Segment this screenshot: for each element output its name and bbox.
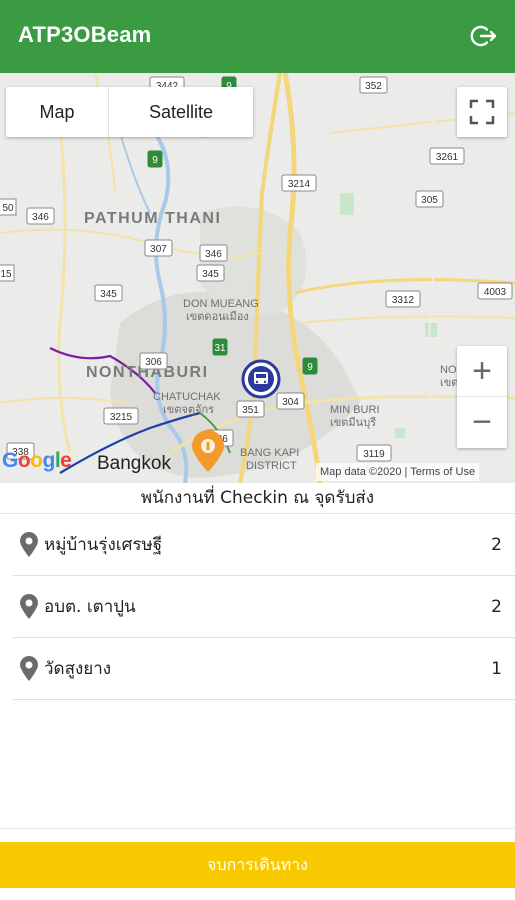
road-shield: 3261 bbox=[429, 147, 465, 165]
fullscreen-icon bbox=[469, 99, 495, 125]
road-shield: 3215 bbox=[103, 407, 139, 425]
svg-text:352: 352 bbox=[365, 81, 382, 92]
list-item[interactable]: อบต. เตาปูน 2 bbox=[13, 576, 515, 638]
road-shield: 50 bbox=[0, 198, 17, 216]
list-item-count: 2 bbox=[491, 596, 502, 617]
bus-marker-icon[interactable] bbox=[241, 359, 281, 399]
road-shield: 9 bbox=[147, 150, 163, 168]
road-shield: 3214 bbox=[281, 174, 317, 192]
road-shield: 4003 bbox=[477, 282, 513, 300]
svg-text:306: 306 bbox=[145, 357, 162, 368]
road-shield: 345 bbox=[94, 284, 123, 302]
location-pin-icon[interactable] bbox=[189, 429, 227, 473]
road-shield: 9 bbox=[302, 357, 318, 375]
svg-text:351: 351 bbox=[242, 405, 259, 416]
map-pin-icon bbox=[20, 593, 38, 619]
svg-text:304: 304 bbox=[282, 397, 299, 408]
map-pin-icon bbox=[20, 655, 38, 681]
road-shield: 306 bbox=[139, 352, 168, 370]
fullscreen-button[interactable] bbox=[457, 87, 507, 137]
google-logo: Google bbox=[2, 449, 72, 472]
road-shield: 307 bbox=[144, 239, 173, 257]
app-bar: ATP3OBeam bbox=[0, 0, 515, 73]
map-attribution[interactable]: Map data ©2020 | Terms of Use bbox=[316, 463, 480, 481]
svg-text:3215: 3215 bbox=[110, 412, 133, 423]
svg-text:3312: 3312 bbox=[392, 295, 415, 306]
app-title: ATP3OBeam bbox=[18, 22, 152, 47]
road-shield: 31 bbox=[212, 338, 228, 356]
svg-text:345: 345 bbox=[100, 289, 117, 300]
list-item-name: วัดสูงยาง bbox=[44, 659, 112, 679]
map-type-control: Map Satellite bbox=[6, 87, 253, 137]
road-shield: 346 bbox=[199, 244, 228, 262]
list-item[interactable]: หมู่บ้านรุ่งเศรษฐี 2 bbox=[13, 514, 515, 576]
svg-text:31: 31 bbox=[214, 343, 226, 354]
svg-text:346: 346 bbox=[205, 249, 222, 260]
road-shield: 3119 bbox=[356, 444, 392, 462]
list-item[interactable]: วัดสูงยาง 1 bbox=[13, 638, 515, 700]
svg-text:305: 305 bbox=[421, 195, 438, 206]
road-shield: 345 bbox=[196, 264, 225, 282]
svg-text:4003: 4003 bbox=[484, 287, 507, 298]
list-item-name: หมู่บ้านรุ่งเศรษฐี bbox=[44, 535, 163, 555]
svg-text:15: 15 bbox=[0, 269, 12, 280]
road-shield: 3312 bbox=[385, 290, 421, 308]
list-item-name: อบต. เตาปูน bbox=[44, 597, 136, 617]
map-type-satellite-button[interactable]: Satellite bbox=[109, 87, 253, 137]
map-pin-icon bbox=[20, 531, 38, 557]
svg-text:346: 346 bbox=[32, 212, 49, 223]
svg-text:9: 9 bbox=[307, 362, 313, 373]
svg-text:345: 345 bbox=[202, 269, 219, 280]
road-shield: 304 bbox=[276, 392, 305, 410]
road-shield: 15 bbox=[0, 264, 15, 282]
road-shield: 351 bbox=[236, 400, 265, 418]
svg-text:3214: 3214 bbox=[288, 179, 311, 190]
list-item-count: 1 bbox=[491, 658, 502, 679]
map-view[interactable]: PATHUM THANI NONTHABURI DON MUEANG เขตดอ… bbox=[0, 73, 515, 483]
zoom-out-button[interactable]: − bbox=[457, 397, 507, 447]
list-item-count: 2 bbox=[491, 534, 502, 555]
svg-text:9: 9 bbox=[152, 155, 158, 166]
road-shield: 305 bbox=[415, 190, 444, 208]
logout-icon[interactable] bbox=[470, 22, 498, 50]
svg-text:307: 307 bbox=[150, 244, 167, 255]
divider bbox=[0, 828, 515, 829]
checkin-title: พนักงานที่ Checkin ณ จุดรับส่ง bbox=[0, 483, 515, 514]
road-shield: 352 bbox=[359, 76, 388, 94]
zoom-in-button[interactable]: + bbox=[457, 346, 507, 397]
svg-text:50: 50 bbox=[2, 203, 14, 214]
map-type-map-button[interactable]: Map bbox=[6, 87, 109, 137]
end-trip-button[interactable]: จบการเดินทาง bbox=[0, 842, 515, 888]
zoom-control: + − bbox=[457, 346, 507, 448]
svg-text:3119: 3119 bbox=[363, 449, 385, 460]
road-shield: 346 bbox=[26, 207, 55, 225]
checkin-list: หมู่บ้านรุ่งเศรษฐี 2 อบต. เตาปูน 2 วัดสู… bbox=[13, 514, 515, 700]
svg-text:3261: 3261 bbox=[436, 152, 459, 163]
